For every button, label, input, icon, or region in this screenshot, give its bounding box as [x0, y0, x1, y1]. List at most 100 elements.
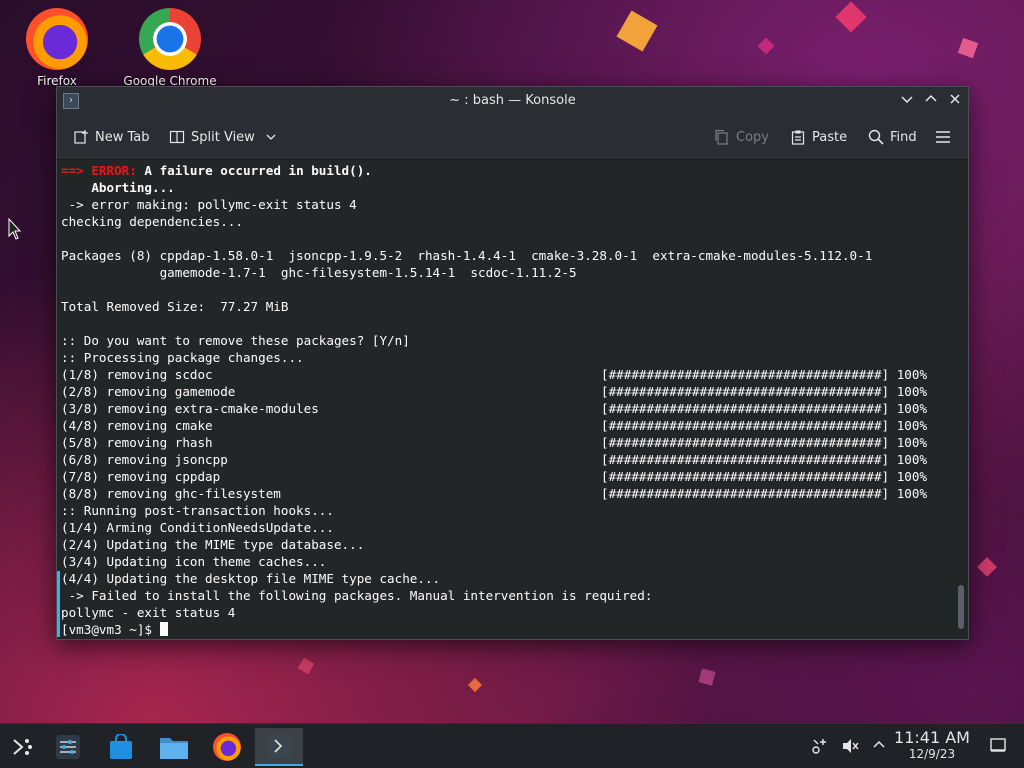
terminal-text: -> Failed to install the following packa…: [61, 588, 653, 603]
terminal-text: A failure occurred in build().: [144, 163, 372, 178]
terminal-text: pollymc - exit status 4: [61, 605, 236, 620]
maximize-icon[interactable]: [922, 92, 940, 110]
terminal-text: ==>: [61, 163, 92, 178]
terminal-line: -> error making: pollymc-exit status 4: [61, 196, 968, 213]
app-launcher-button[interactable]: [0, 728, 44, 766]
find-button[interactable]: Find: [868, 115, 917, 159]
clock-date: 12/9/23: [908, 747, 956, 761]
konsole-taskbar-button[interactable]: [255, 728, 303, 766]
discover-store-button[interactable]: [99, 728, 143, 766]
selection-marker: [57, 571, 60, 637]
konsole-window: › ~ : bash — Konsole New Tab Split View …: [56, 86, 969, 640]
chevron-up-icon[interactable]: [869, 736, 889, 756]
progress-bar-text: [####################################] 1…: [601, 418, 928, 433]
taskbar: 11:41 AM 12/9/23: [0, 723, 1024, 768]
find-label: Find: [890, 129, 917, 145]
wallpaper-shape: [616, 10, 658, 52]
terminal-text: -> error making: pollymc-exit status 4: [61, 197, 357, 212]
new-tab-label: New Tab: [95, 129, 150, 145]
scrollbar-thumb[interactable]: [958, 585, 964, 629]
terminal-line: (1/4) Arming ConditionNeedsUpdate...: [61, 519, 968, 536]
minimize-icon[interactable]: [898, 92, 916, 110]
terminal-text: (5/8) removing rhash: [61, 435, 213, 450]
split-view-button[interactable]: Split View: [169, 115, 277, 159]
terminal-line: :: Running post-transaction hooks...: [61, 502, 968, 519]
terminal-output[interactable]: ==> ERROR: A failure occurred in build()…: [57, 160, 968, 639]
progress-bar-text: [####################################] 1…: [601, 469, 928, 484]
chevron-down-icon: [266, 134, 276, 140]
clock-time: 11:41 AM: [894, 728, 970, 747]
terminal-text: (4/8) removing cmake: [61, 418, 213, 433]
terminal-text: :: Running post-transaction hooks...: [61, 503, 334, 518]
terminal-text: gamemode-1.7-1 ghc-filesystem-1.5.14-1 s…: [61, 265, 577, 280]
terminal-line: (1/8) removing scdoc [###################…: [61, 366, 968, 383]
store-bag-icon: [110, 734, 132, 759]
terminal-line: Total Removed Size: 77.27 MiB: [61, 298, 968, 315]
wallpaper-shape: [757, 37, 775, 55]
progress-bar-text: [####################################] 1…: [601, 486, 928, 501]
settings-sliders-icon: [56, 735, 80, 759]
progress-bar-text: [####################################] 1…: [601, 435, 928, 450]
firefox-taskbar-button[interactable]: [205, 728, 249, 766]
progress-bar-text: [####################################] 1…: [601, 452, 928, 467]
terminal-line: checking dependencies...: [61, 213, 968, 230]
terminal-line: pollymc - exit status 4: [61, 604, 968, 621]
terminal-text: Total Removed Size: 77.27 MiB: [61, 299, 289, 314]
prompt-line[interactable]: [vm3@vm3 ~]$: [61, 621, 968, 638]
terminal-line: :: Processing package changes...: [61, 349, 968, 366]
file-manager-button[interactable]: [152, 728, 196, 766]
terminal-line: (2/4) Updating the MIME type database...: [61, 536, 968, 553]
volume-muted-icon[interactable]: [840, 736, 860, 756]
shell-prompt: [vm3@vm3 ~]$: [61, 622, 160, 637]
copy-button[interactable]: Copy: [714, 115, 769, 159]
new-tab-button[interactable]: New Tab: [73, 115, 150, 159]
terminal-line: Packages (8) cppdap-1.58.0-1 jsoncpp-1.9…: [61, 247, 968, 264]
title-bar[interactable]: › ~ : bash — Konsole: [57, 87, 968, 115]
desktop-icon-chrome[interactable]: Google Chrome: [120, 8, 220, 88]
progress-bar-text: [####################################] 1…: [601, 384, 928, 399]
terminal-line: -> Failed to install the following packa…: [61, 587, 968, 604]
firefox-icon: [26, 8, 88, 70]
terminal-line: (7/8) removing cppdap [##################…: [61, 468, 968, 485]
terminal-text: ERROR:: [91, 163, 145, 178]
copy-icon: [715, 129, 728, 145]
terminal-text: (1/4) Arming ConditionNeedsUpdate...: [61, 520, 334, 535]
mouse-pointer-icon: [8, 218, 22, 240]
paste-label: Paste: [812, 129, 848, 145]
wallpaper-shape: [467, 677, 483, 693]
terminal-line: (5/8) removing rhash [###################…: [61, 434, 968, 451]
terminal-line: (6/8) removing jsoncpp [#################…: [61, 451, 968, 468]
show-desktop-icon[interactable]: [988, 736, 1008, 756]
hamburger-menu-button[interactable]: [935, 115, 951, 159]
terminal-line: (4/4) Updating the desktop file MIME typ…: [61, 570, 968, 587]
progress-bar-text: [####################################] 1…: [601, 367, 928, 382]
firefox-icon: [213, 733, 241, 761]
wallpaper-shape: [977, 557, 997, 577]
system-settings-button[interactable]: [46, 728, 90, 766]
terminal-text: Packages (8) cppdap-1.58.0-1 jsoncpp-1.9…: [61, 248, 873, 263]
window-title: ~ : bash — Konsole: [449, 93, 576, 108]
new-tab-icon: [74, 130, 88, 144]
text-cursor: [159, 622, 168, 636]
paste-button[interactable]: Paste: [790, 115, 847, 159]
terminal-text: (7/8) removing cppdap: [61, 469, 221, 484]
hamburger-menu-icon: [936, 131, 950, 143]
terminal-text: (6/8) removing jsoncpp: [61, 452, 228, 467]
wallpaper-shape: [835, 1, 867, 33]
terminal-text: (2/4) Updating the MIME type database...: [61, 537, 365, 552]
terminal-line: (8/8) removing ghc-filesystem [##########…: [61, 485, 968, 502]
network-icon[interactable]: [810, 736, 830, 756]
folder-icon: [160, 738, 188, 759]
chrome-icon: [139, 8, 201, 70]
terminal-text: (3/8) removing extra-cmake-modules: [61, 401, 319, 416]
terminal-text: (4/4) Updating the desktop file MIME typ…: [61, 571, 441, 586]
terminal-line: Aborting...: [61, 179, 968, 196]
split-view-icon: [169, 130, 185, 144]
close-icon[interactable]: [946, 92, 964, 110]
desktop-icon-firefox[interactable]: Firefox: [7, 8, 107, 88]
wallpaper-shape: [957, 37, 979, 59]
clock[interactable]: 11:41 AM 12/9/23: [892, 728, 972, 761]
scrollbar[interactable]: [956, 163, 964, 635]
